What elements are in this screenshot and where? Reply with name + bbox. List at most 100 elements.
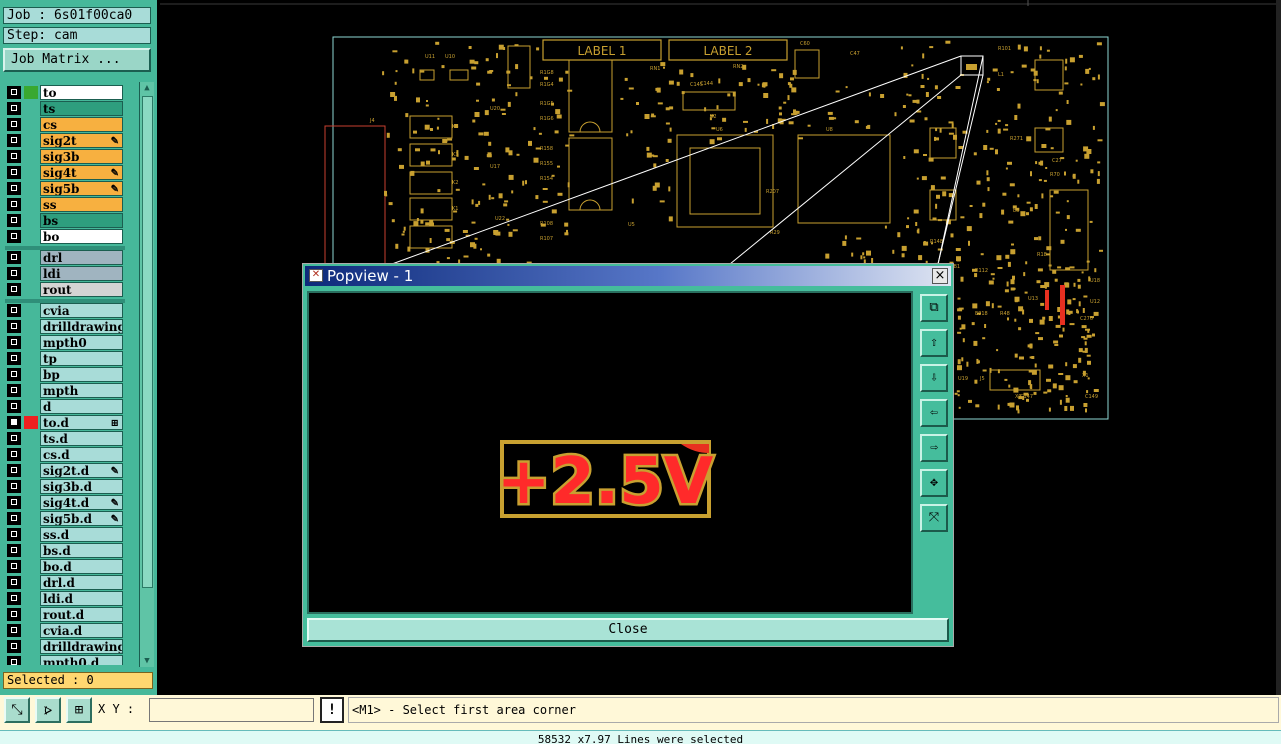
pan-left-button[interactable]: ⇦	[920, 399, 948, 427]
layer-name[interactable]: mpth0.d	[40, 655, 123, 665]
layer-name[interactable]: drilldrawing	[40, 639, 123, 654]
layer-checkbox[interactable]	[7, 230, 21, 243]
layer-row-mpth0[interactable]: mpth0	[5, 335, 125, 350]
layer-name[interactable]: cs.d	[40, 447, 123, 462]
layer-row-bs[interactable]: bs	[5, 213, 125, 228]
layer-checkbox[interactable]	[7, 464, 21, 477]
layer-name[interactable]: sig5b ✎	[40, 181, 123, 196]
layer-name[interactable]: ss.d	[40, 527, 123, 542]
layer-checkbox[interactable]	[7, 86, 21, 99]
scroll-down-icon[interactable]: ▼	[142, 656, 152, 666]
layer-row-ldi[interactable]: ldi	[5, 266, 125, 281]
grid-tool-button[interactable]: ⊞	[66, 697, 92, 723]
layer-row-cs[interactable]: cs	[5, 117, 125, 132]
layer-list-scrollbar[interactable]: ▲ ▼	[139, 82, 154, 667]
layer-checkbox[interactable]	[7, 544, 21, 557]
layer-checkbox[interactable]	[7, 496, 21, 509]
layer-name[interactable]: sig5b.d ✎	[40, 511, 123, 526]
layer-name[interactable]: bo	[40, 229, 123, 244]
xy-input[interactable]	[149, 698, 314, 722]
layer-checkbox[interactable]	[7, 512, 21, 525]
layer-name[interactable]: rout	[40, 282, 123, 297]
layer-checkbox[interactable]	[7, 320, 21, 333]
layer-name[interactable]: sig4t ✎	[40, 165, 123, 180]
scroll-up-icon[interactable]: ▲	[142, 83, 152, 93]
layer-checkbox[interactable]	[7, 166, 21, 179]
layer-row-bp[interactable]: bp	[5, 367, 125, 382]
layer-checkbox[interactable]	[7, 576, 21, 589]
layer-checkbox[interactable]	[7, 102, 21, 115]
layer-checkbox[interactable]	[7, 352, 21, 365]
layer-name[interactable]: tp	[40, 351, 123, 366]
layer-name[interactable]: drl	[40, 250, 123, 265]
layer-name[interactable]: cvia	[40, 303, 123, 318]
layer-row-drl-d[interactable]: drl.d	[5, 575, 125, 590]
layer-name[interactable]: ts.d	[40, 431, 123, 446]
layer-checkbox[interactable]	[7, 592, 21, 605]
layer-name[interactable]: ldi	[40, 266, 123, 281]
zoom-center-button[interactable]: ⤧	[920, 504, 948, 532]
layer-checkbox[interactable]	[7, 368, 21, 381]
layer-name[interactable]: cvia.d	[40, 623, 123, 638]
layer-row-sig5b-d[interactable]: sig5b.d ✎	[5, 511, 125, 526]
layer-name[interactable]: ldi.d	[40, 591, 123, 606]
layer-row-to-d[interactable]: to.d ⊞	[5, 415, 125, 430]
layer-row-tp[interactable]: tp	[5, 351, 125, 366]
layer-color-swatch[interactable]	[24, 86, 38, 99]
layer-row-sig2t-d[interactable]: sig2t.d ✎	[5, 463, 125, 478]
close-button[interactable]: Close	[307, 618, 949, 642]
layer-checkbox[interactable]	[7, 400, 21, 413]
close-icon[interactable]: ×	[932, 268, 948, 284]
layer-row-d[interactable]: d	[5, 399, 125, 414]
layer-name[interactable]: sig3b.d	[40, 479, 123, 494]
layer-row-to[interactable]: to	[5, 85, 125, 100]
layer-checkbox[interactable]	[7, 198, 21, 211]
job-matrix-button[interactable]: Job Matrix ...	[3, 48, 151, 72]
layer-name[interactable]: d	[40, 399, 123, 414]
layer-name[interactable]: drilldrawing	[40, 319, 123, 334]
layer-row-ss[interactable]: ss	[5, 197, 125, 212]
layer-name[interactable]: sig3b	[40, 149, 123, 164]
layer-checkbox[interactable]	[7, 150, 21, 163]
zoom-window-button[interactable]: ⧉	[920, 294, 948, 322]
layer-checkbox[interactable]	[7, 432, 21, 445]
layer-name[interactable]: bs	[40, 213, 123, 228]
layer-name[interactable]: bo.d	[40, 559, 123, 574]
layer-row-sig5b[interactable]: sig5b ✎	[5, 181, 125, 196]
layer-name[interactable]: sig2t ✎	[40, 133, 123, 148]
layer-row-ss-d[interactable]: ss.d	[5, 527, 125, 542]
layer-row-cs-d[interactable]: cs.d	[5, 447, 125, 462]
layer-row-bo-d[interactable]: bo.d	[5, 559, 125, 574]
layer-name[interactable]: bp	[40, 367, 123, 382]
layer-row-drilldrawing[interactable]: drilldrawing	[5, 639, 125, 654]
layer-checkbox[interactable]	[7, 448, 21, 461]
layer-row-sig3b[interactable]: sig3b	[5, 149, 125, 164]
layer-checkbox[interactable]	[7, 134, 21, 147]
zoom-fit-button[interactable]: ✥	[920, 469, 948, 497]
measure-tool-button[interactable]: ⦠	[35, 697, 61, 723]
layer-row-sig4t[interactable]: sig4t ✎	[5, 165, 125, 180]
layer-checkbox[interactable]	[7, 416, 21, 429]
layer-row-bo[interactable]: bo	[5, 229, 125, 244]
layer-row-drl[interactable]: drl	[5, 250, 125, 265]
layer-name[interactable]: rout.d	[40, 607, 123, 622]
layer-row-drilldrawing[interactable]: drilldrawing	[5, 319, 125, 334]
alert-button[interactable]: !	[320, 697, 344, 723]
layer-name[interactable]: sig2t.d ✎	[40, 463, 123, 478]
layer-checkbox[interactable]	[7, 640, 21, 653]
layer-name[interactable]: mpth0	[40, 335, 123, 350]
layer-color-swatch[interactable]	[24, 416, 38, 429]
layer-checkbox[interactable]	[7, 608, 21, 621]
layer-row-sig2t[interactable]: sig2t ✎	[5, 133, 125, 148]
layer-checkbox[interactable]	[7, 283, 21, 296]
layer-checkbox[interactable]	[7, 624, 21, 637]
layer-row-cvia-d[interactable]: cvia.d	[5, 623, 125, 638]
layer-name[interactable]: drl.d	[40, 575, 123, 590]
layer-checkbox[interactable]	[7, 118, 21, 131]
pan-right-button[interactable]: ⇨	[920, 434, 948, 462]
popview-titlebar[interactable]: ✕ Popview - 1 ×	[305, 266, 951, 286]
layer-name[interactable]: mpth	[40, 383, 123, 398]
layer-row-bs-d[interactable]: bs.d	[5, 543, 125, 558]
layer-row-ldi-d[interactable]: ldi.d	[5, 591, 125, 606]
layer-row-rout-d[interactable]: rout.d	[5, 607, 125, 622]
